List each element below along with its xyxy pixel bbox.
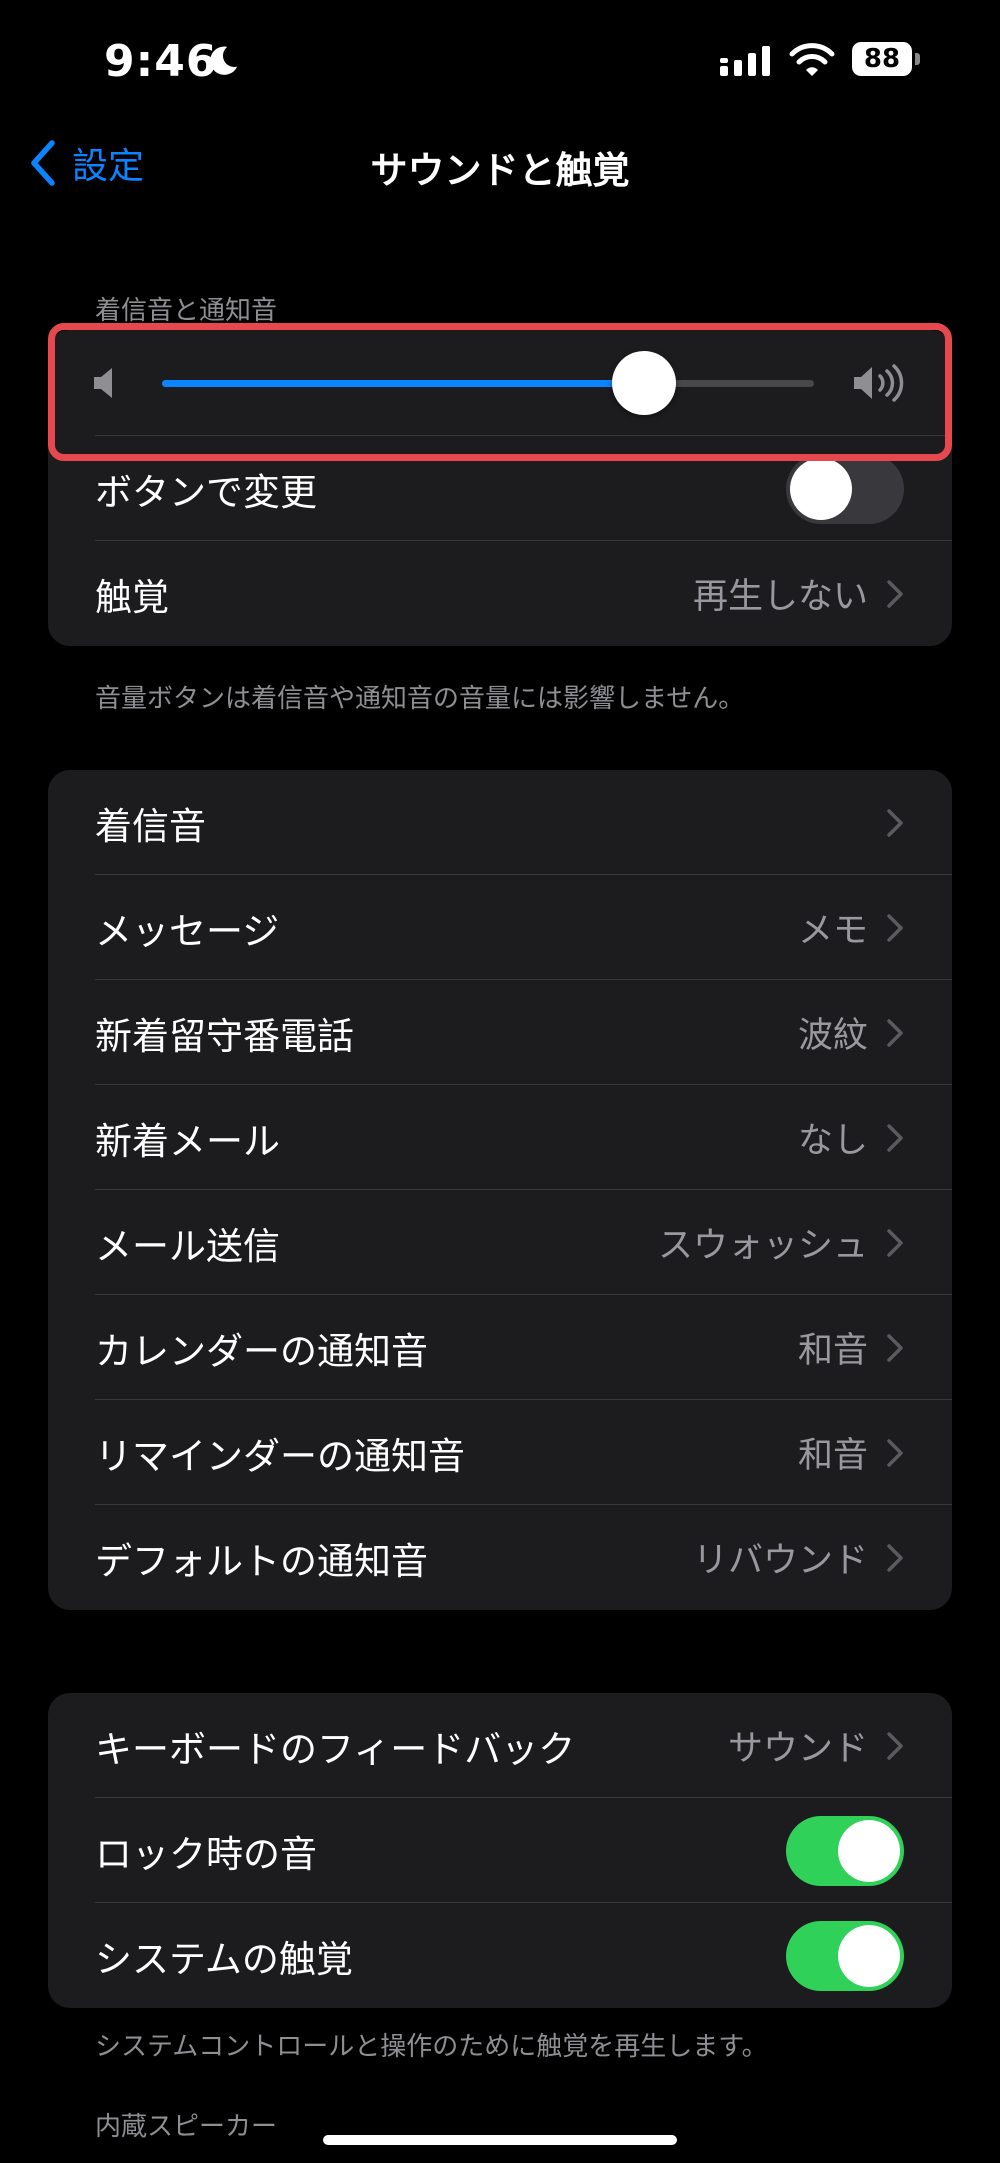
battery-level: 88 [852,42,912,76]
ringer-footer: 音量ボタンは着信音や通知音の音量には影響しません。 [95,684,745,714]
battery-icon: 88 [852,42,924,80]
sound-row-label: カレンダーの通知音 [95,1329,428,1373]
feedback-group: キーボードのフィードバック サウンド ロック時の音 システムの触覚 [48,1693,952,2008]
keyboard-feedback-row[interactable]: キーボードのフィードバック サウンド [48,1693,952,1798]
chevron-right-icon [887,1228,903,1257]
cellular-signal-icon [720,46,770,76]
chevron-right-icon [887,1018,903,1047]
volume-high-icon [854,364,904,402]
sound-row-label: メッセージ [95,909,280,953]
volume-low-icon [94,368,112,398]
sound-row[interactable]: メッセージ メモ [48,875,952,980]
sound-row[interactable]: デフォルトの通知音 リバウンド [48,1505,952,1610]
sound-row[interactable]: リマインダーの通知音 和音 [48,1400,952,1505]
sound-row[interactable]: 新着メール なし [48,1085,952,1190]
volume-slider[interactable] [162,351,814,415]
sound-row-value: 波紋 [797,1016,868,1056]
ringer-group: ボタンで変更 触覚 再生しない [48,330,952,646]
system-haptics-row: システムの触覚 [48,1903,952,2008]
sound-row[interactable]: カレンダーの通知音 和音 [48,1295,952,1400]
change-with-buttons-row: ボタンで変更 [48,436,952,541]
section-header-speaker: 内蔵スピーカー [95,2112,278,2142]
sound-row-value: 和音 [797,1436,868,1476]
sound-row-label: リマインダーの通知音 [95,1434,465,1478]
home-indicator [323,2135,677,2145]
sound-row-label: 着信音 [95,804,206,848]
sound-row-value: メモ [797,911,868,951]
keyboard-feedback-value: サウンド [727,1729,868,1769]
sound-row[interactable]: 着信音 [48,770,952,875]
keyboard-feedback-label: キーボードのフィードバック [95,1727,576,1771]
chevron-right-icon [887,1123,903,1152]
sound-row-label: メール送信 [95,1224,280,1268]
sound-row-value: 和音 [797,1331,868,1371]
system-haptics-label: システムの触覚 [95,1937,353,1981]
sound-row-label: 新着留守番電話 [95,1014,354,1058]
chevron-right-icon [887,1333,903,1362]
lock-sound-toggle[interactable] [786,1815,904,1886]
sound-row-value: なし [797,1121,868,1161]
chevron-right-icon [887,1731,903,1760]
feedback-footer: システムコントロールと操作のために触覚を再生します。 [95,2032,768,2062]
sound-row-label: 新着メール [95,1119,280,1163]
chevron-right-icon [887,579,903,608]
sound-row-value: スウォッシュ [657,1226,868,1266]
system-haptics-toggle[interactable] [786,1920,904,1991]
change-with-buttons-toggle[interactable] [786,453,904,524]
lock-sound-label: ロック時の音 [95,1832,317,1876]
volume-slider-fill [162,380,645,387]
wifi-icon [789,43,835,76]
haptics-value: 再生しない [692,577,868,617]
status-bar: 9:46 88 [0,0,1000,120]
volume-slider-thumb[interactable] [612,351,677,415]
chevron-right-icon [887,1543,903,1572]
navigation-bar: 設定 サウンドと触覚 [0,120,1000,200]
sounds-group: 着信音メッセージ メモ新着留守番電話 波紋新着メール なしメール送信 スウォッシュカレン… [48,770,952,1610]
chevron-right-icon [887,1438,903,1467]
chevron-right-icon [887,808,903,837]
ringer-volume-row [48,330,952,436]
chevron-right-icon [887,913,903,942]
sound-row[interactable]: メール送信 スウォッシュ [48,1190,952,1295]
haptics-label: 触覚 [95,575,169,619]
moon-icon [210,46,238,75]
page-title: サウンドと触覚 [370,149,630,192]
change-with-buttons-label: ボタンで変更 [95,470,317,514]
sound-row-value: リバウンド [692,1541,868,1581]
status-time: 9:46 [104,36,218,87]
lock-sound-row: ロック時の音 [48,1798,952,1903]
sound-row[interactable]: 新着留守番電話 波紋 [48,980,952,1085]
sound-row-label: デフォルトの通知音 [95,1539,428,1583]
haptics-row[interactable]: 触覚 再生しない [48,541,952,646]
section-header-ringer: 着信音と通知音 [95,296,278,326]
